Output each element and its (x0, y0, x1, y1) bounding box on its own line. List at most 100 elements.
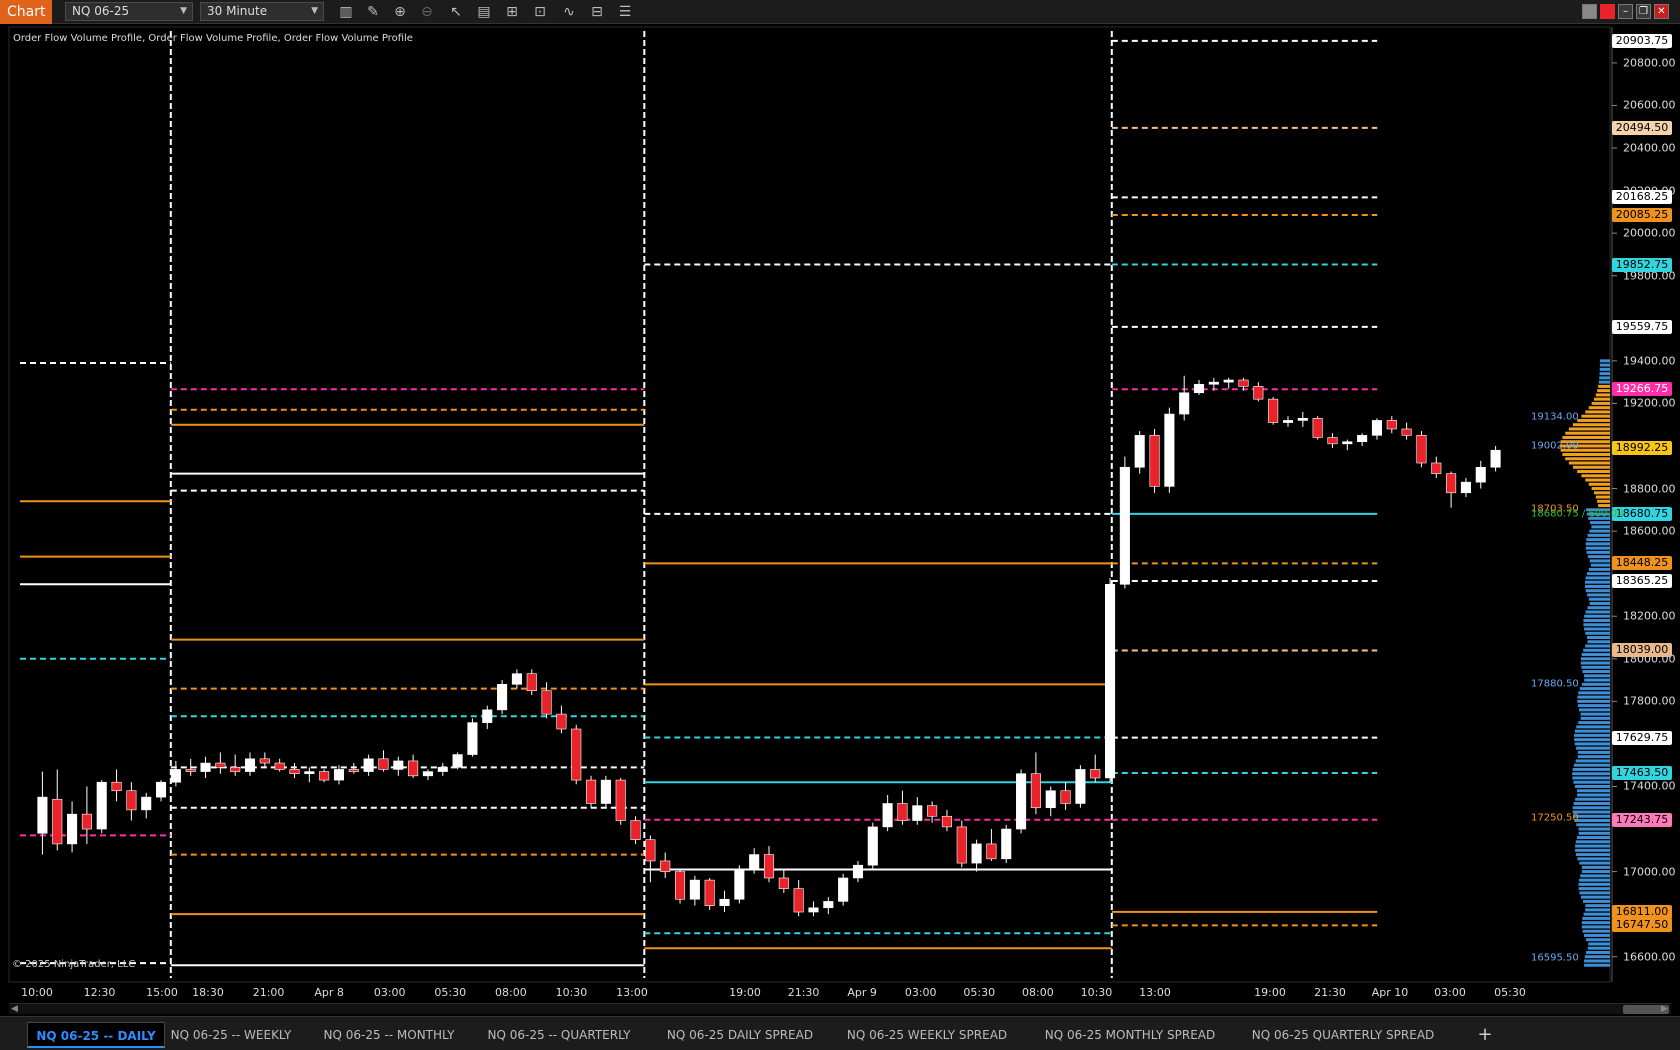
volume-profile-bar (1568, 461, 1610, 465)
price-marker: 16811.00 (1612, 904, 1672, 919)
candle-body (1105, 584, 1116, 779)
candle-body (1312, 418, 1323, 438)
candle-body (1357, 435, 1368, 443)
volume-profile-bar (1584, 580, 1610, 584)
candle-body (1119, 466, 1130, 585)
volume-profile-bar (1568, 427, 1610, 431)
candle-body (838, 877, 849, 902)
tab-quarterly[interactable]: NQ 06-25 -- QUARTERLY (480, 1022, 638, 1048)
candle-body (1208, 381, 1219, 385)
candle-body (1327, 437, 1338, 445)
volume-profile-bar (1595, 393, 1610, 397)
time-tick-label: 10:00 (21, 986, 53, 999)
volume-profile-bar (1586, 538, 1610, 542)
volume-profile-bar (1590, 521, 1610, 525)
candle-body (497, 684, 508, 711)
candle-body (422, 771, 433, 777)
tab-weekly-spread[interactable]: NQ 06-25 WEEKLY SPREAD (844, 1022, 1010, 1048)
horizontal-scrollbar[interactable]: ◀ ▶ (9, 1003, 1671, 1014)
volume-profile-bar (1587, 606, 1610, 610)
volume-profile-bar (1586, 550, 1610, 554)
volume-profile-bar (1579, 687, 1610, 691)
candle-body (1030, 773, 1041, 809)
volume-profile-bar (1581, 474, 1610, 478)
volume-profile-bar (1588, 942, 1610, 946)
candle-body (897, 803, 908, 821)
price-tick-label: 20400.00 (1623, 141, 1676, 155)
candle-body (1179, 392, 1190, 415)
candle-body (452, 754, 463, 768)
candle-body (111, 781, 122, 792)
candle-body (274, 762, 285, 770)
candle-body (1460, 481, 1471, 494)
candle-body (259, 758, 270, 764)
volume-profile-bar (1580, 895, 1610, 899)
volume-profile-bar (1575, 759, 1610, 763)
volume-profile-bar (1585, 478, 1610, 482)
volume-profile-bar (1574, 742, 1610, 746)
volume-profile-bar (1597, 499, 1610, 503)
candle-body (882, 803, 893, 828)
candle-body (289, 769, 300, 775)
volume-profile-bar (1585, 610, 1610, 614)
candle-body (645, 839, 656, 862)
price-marker: 20085.25 (1612, 208, 1672, 223)
volume-profile-bar (1589, 529, 1610, 533)
volume-profile-bar (1585, 631, 1610, 635)
volume-profile-bar (1597, 389, 1610, 393)
scroll-left-icon[interactable]: ◀ (11, 1004, 18, 1014)
candle-body (185, 769, 196, 772)
volume-profile-bar (1591, 401, 1610, 405)
volume-profile-label: 19002.00 (1531, 440, 1579, 452)
volume-profile-bar (1580, 661, 1610, 665)
candle-body (52, 798, 63, 845)
price-marker: 20903.75 (1612, 33, 1672, 48)
candle-body (541, 690, 552, 715)
candle-body (1297, 418, 1308, 421)
volume-profile-bar (1572, 767, 1610, 771)
volume-profile-bar (1586, 636, 1610, 640)
volume-profile-bar (1598, 504, 1610, 508)
candle-body (170, 769, 181, 783)
candle-body (852, 864, 864, 879)
time-tick-label: 19:00 (1254, 986, 1286, 999)
add-tab-icon[interactable]: + (1474, 1022, 1496, 1048)
candle-body (141, 796, 152, 811)
volume-profile-bar (1585, 576, 1610, 580)
volume-profile-bar (1585, 546, 1610, 550)
scroll-right-icon[interactable]: ▶ (1661, 1004, 1668, 1014)
candle-body (763, 854, 775, 879)
volume-profile-bar (1581, 921, 1610, 925)
candle-body (615, 779, 626, 821)
volume-profile-bar (1599, 367, 1610, 371)
candle-body (378, 758, 389, 770)
volume-profile-bar (1577, 699, 1610, 703)
volume-profile-bar (1575, 848, 1610, 852)
tab-monthly-spread[interactable]: NQ 06-25 MONTHLY SPREAD (1040, 1022, 1220, 1048)
candle-body (1193, 383, 1205, 394)
time-tick-label: 05:30 (434, 986, 467, 999)
volume-profile-bar (1587, 555, 1610, 559)
price-tick-label: 17000.00 (1623, 865, 1676, 879)
volume-profile-bar (1578, 827, 1610, 831)
candle-body (363, 758, 374, 772)
tab-daily-spread[interactable]: NQ 06-25 DAILY SPREAD (662, 1022, 818, 1048)
price-chart[interactable] (0, 0, 1680, 1016)
volume-profile-bar (1580, 716, 1610, 720)
volume-profile-bar (1574, 738, 1610, 742)
tab-quarterly-spread[interactable]: NQ 06-25 QUARTERLY SPREAD (1248, 1022, 1438, 1048)
volume-profile-bar (1580, 712, 1610, 716)
candle-body (319, 771, 330, 781)
volume-profile-bar (1578, 721, 1610, 725)
price-tick-label: 20600.00 (1623, 98, 1676, 112)
tab-weekly[interactable]: NQ 06-25 -- WEEKLY (166, 1022, 296, 1048)
volume-profile-bar (1582, 916, 1610, 920)
volume-profile-bar (1585, 589, 1610, 593)
tab-daily[interactable]: NQ 06-25 -- DAILY (27, 1022, 165, 1048)
time-tick-label: 18:30 (192, 986, 224, 999)
tab-monthly[interactable]: NQ 06-25 -- MONTHLY (316, 1022, 462, 1048)
volume-profile-bar (1577, 695, 1610, 699)
volume-profile-bar (1583, 648, 1610, 652)
time-tick-label: 21:00 (252, 986, 285, 999)
indicator-label: Order Flow Volume Profile, Order Flow Vo… (13, 33, 413, 44)
